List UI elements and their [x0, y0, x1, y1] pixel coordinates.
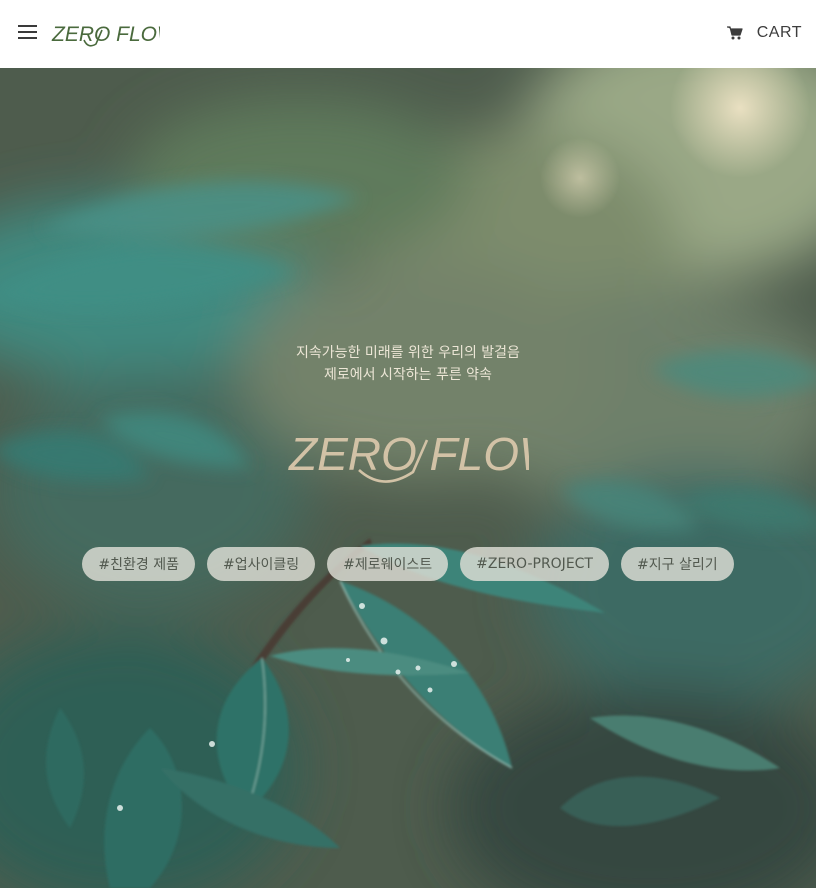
header-logo-text: ZERO FLOW [51, 23, 160, 46]
shopping-cart-icon [726, 26, 743, 40]
hero-logo: ZERO FLOW [288, 428, 529, 483]
hero-logo-text: ZERO FLOW [288, 428, 529, 480]
cart-label: CART [756, 24, 802, 41]
cart-link[interactable]: CART [726, 20, 802, 46]
site-header: ZERO FLOW CART [0, 0, 816, 68]
hamburger-menu-icon[interactable] [18, 25, 37, 39]
tagline-line-1: 지속가능한 미래를 위한 우리의 발걸음 [296, 345, 520, 361]
hashtag-list: #친환경 제품 #업사이클링 #제로웨이스트 #ZERO-PROJECT #지구… [0, 547, 816, 581]
hashtag-zero-waste[interactable]: #제로웨이스트 [327, 547, 449, 581]
hashtag-zero-project[interactable]: #ZERO-PROJECT [460, 547, 609, 581]
tagline-line-2: 제로에서 시작하는 푸른 약속 [324, 367, 492, 383]
hashtag-upcycling[interactable]: #업사이클링 [206, 547, 316, 581]
header-logo[interactable]: ZERO FLOW [50, 18, 160, 50]
hero-section: 지속가능한 미래를 위한 우리의 발걸음 제로에서 시작하는 푸른 약속 ZER… [0, 68, 816, 888]
hashtag-save-earth[interactable]: #지구 살리기 [621, 547, 734, 581]
hero-tagline: 지속가능한 미래를 위한 우리의 발걸음 제로에서 시작하는 푸른 약속 [0, 342, 816, 386]
hashtag-eco-products[interactable]: #친환경 제품 [82, 547, 195, 581]
